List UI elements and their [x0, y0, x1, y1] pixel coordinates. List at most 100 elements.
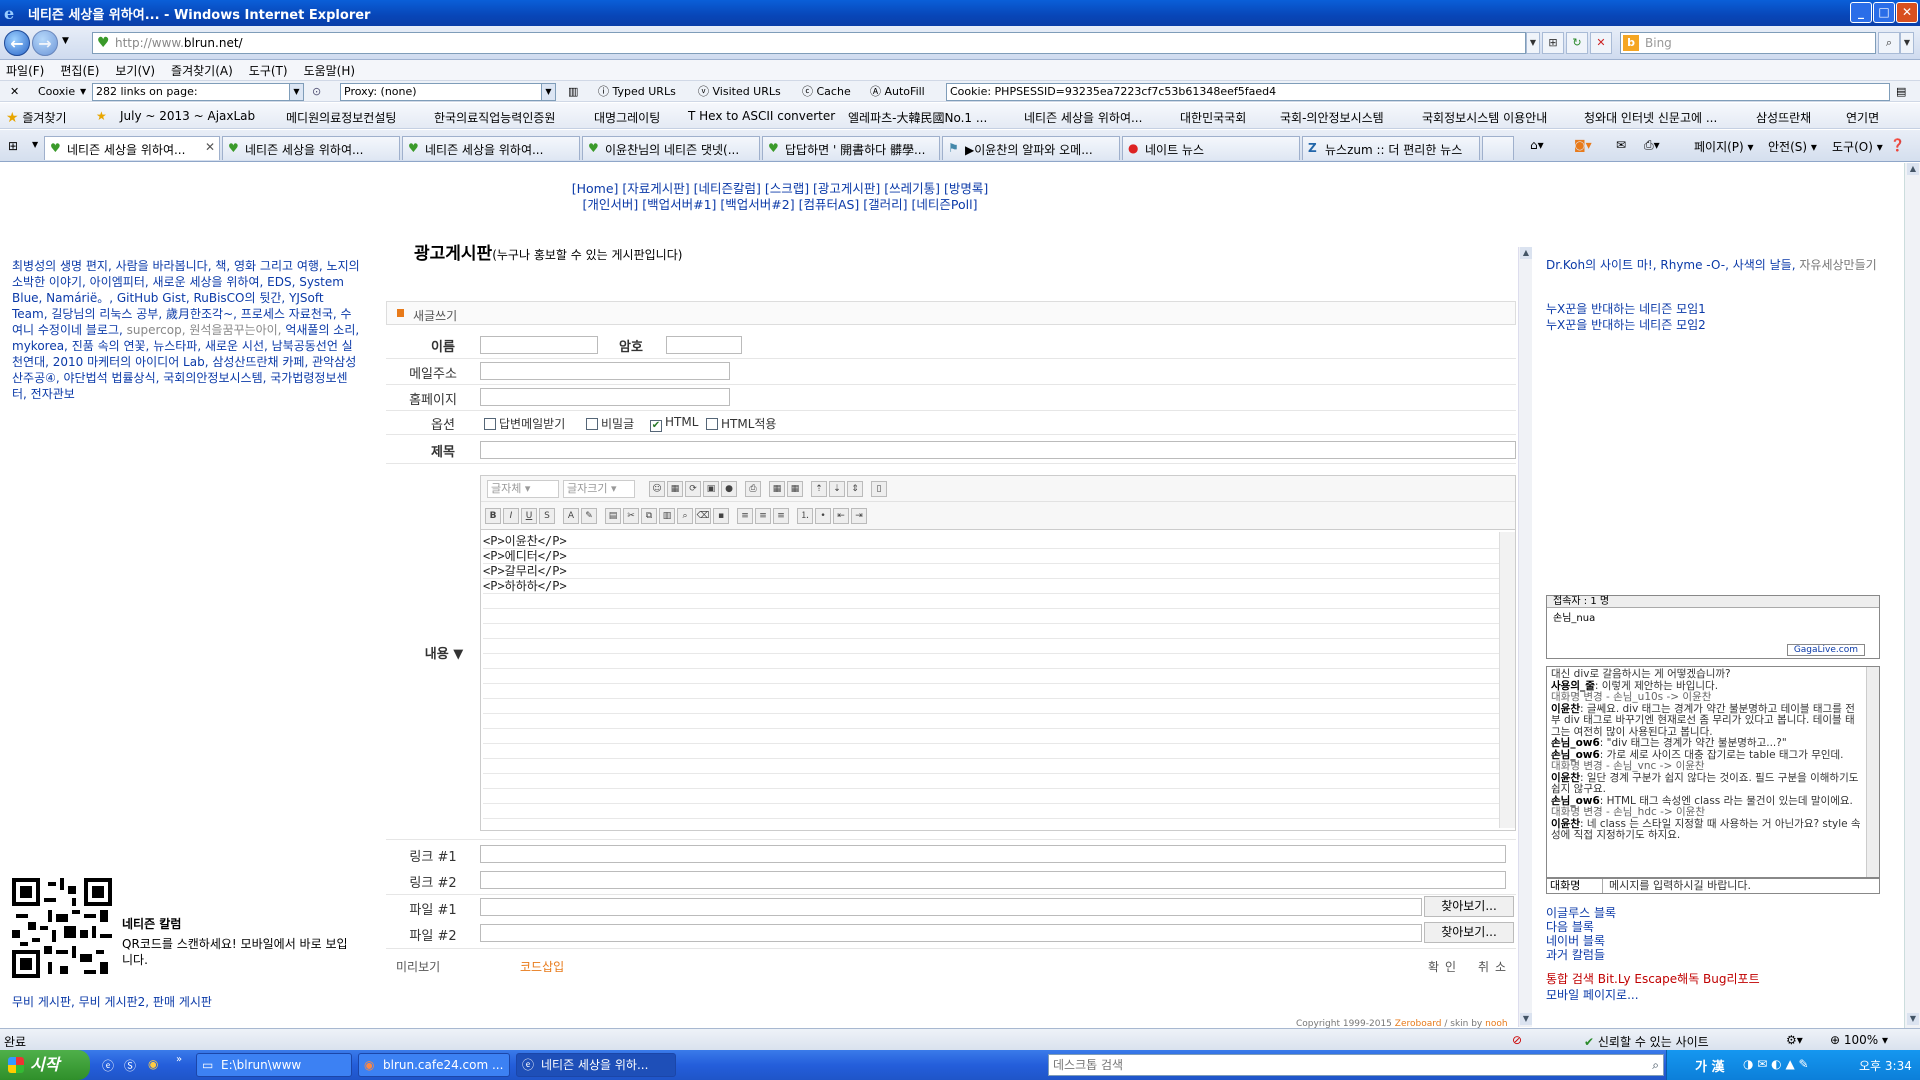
link-item[interactable]: 누X꾼을 반대하는 네티즌 모임2 — [1546, 317, 1706, 333]
chat-input[interactable]: 대화명 메시지를 입력하시길 바랍니다. — [1546, 878, 1880, 894]
file2-browse-button[interactable]: 찾아보기... — [1424, 922, 1514, 943]
layer-up-icon[interactable]: ⇡ — [811, 481, 827, 497]
visited-urls-button[interactable]: ⓥ Visited URLs — [698, 84, 781, 100]
font-select[interactable]: 글자체 ▾ — [487, 480, 559, 498]
strike-icon[interactable]: S — [539, 508, 555, 524]
tab[interactable]: Z 뉴스zum :: 더 편리한 뉴스 — [1302, 136, 1480, 160]
favorite-item[interactable]: 청와대 인터넷 신문고에 ... — [1584, 109, 1717, 126]
safety-menu[interactable]: 안전(S) ▾ — [1768, 138, 1817, 155]
print-icon[interactable]: ⎙▾ — [1644, 138, 1660, 153]
forward-button[interactable]: → — [32, 30, 58, 56]
link-item[interactable]: 이글루스 블록 — [1546, 906, 1616, 920]
mail-icon[interactable]: ✉ — [1616, 138, 1626, 152]
tab[interactable]: ♥ 네티즌 세상을 위하여... ✕ — [44, 136, 220, 160]
outdent-icon[interactable]: ⇤ — [833, 508, 849, 524]
skin-author-link[interactable]: nooh — [1485, 1019, 1507, 1028]
cut-icon[interactable]: ✂ — [623, 508, 639, 524]
desktop-search-input[interactable]: 데스크톱 검색 ⌕ — [1048, 1054, 1664, 1076]
trusted-zone[interactable]: ✔ 신뢰할 수 있는 사이트 — [1584, 1033, 1709, 1050]
chat-log-scrollbar[interactable] — [1866, 667, 1879, 877]
html-apply-checkbox[interactable]: HTML적용 — [706, 415, 776, 432]
task-firefox[interactable]: ◉ blrun.cafe24.com ... — [358, 1053, 510, 1077]
tab[interactable]: ♥ 네티즌 세상을 위하여... — [402, 136, 580, 160]
scroll-down-icon[interactable]: ▼ — [1907, 1013, 1919, 1025]
favorite-item[interactable]: 한국의료직업능력인증원 — [434, 109, 555, 126]
tray-icons[interactable]: ◑ ✉ ◐ ▲ ✎ — [1743, 1057, 1809, 1071]
search-icon[interactable]: ⌕ — [1652, 1055, 1659, 1075]
search-input[interactable]: b Bing — [1620, 32, 1876, 54]
link-item[interactable]: 누X꾼을 반대하는 네티즌 모임1 — [1546, 301, 1706, 317]
table-insert-icon[interactable]: ▦ — [667, 481, 683, 497]
search-icon[interactable]: ⌕ — [1878, 32, 1900, 54]
blog-links-visited[interactable]: supercop, 원석을꿈꾸는아이, — [127, 323, 282, 337]
favorite-item[interactable]: 삼성뜨란채 — [1756, 109, 1811, 126]
new-doc-icon[interactable]: ▤ — [605, 508, 621, 524]
bold-icon[interactable]: B — [485, 508, 501, 524]
preview-button[interactable]: 미리보기 — [396, 958, 440, 975]
compat-view-icon[interactable]: ⊞ — [1542, 32, 1564, 54]
cooxie-options-icon[interactable]: ▤ — [1896, 84, 1906, 100]
autofill-button[interactable]: Ⓐ AutoFill — [870, 84, 925, 100]
reply-mail-checkbox[interactable]: 답변메일받기 — [484, 415, 565, 432]
file1-input[interactable] — [480, 898, 1422, 916]
protected-mode-icon[interactable]: ⚙▾ — [1786, 1033, 1803, 1047]
ordered-list-icon[interactable]: ⒈ — [797, 508, 813, 524]
highlight-icon[interactable]: ✎ — [581, 508, 597, 524]
password-input[interactable] — [666, 336, 742, 354]
tools-menu[interactable]: 도구(O) ▾ — [1832, 138, 1883, 155]
cooxie-dropdown-icon[interactable]: ▼ — [80, 84, 86, 100]
editor-scrollbar[interactable] — [1499, 532, 1515, 828]
favorite-item[interactable]: 연기면 — [1846, 109, 1879, 126]
refresh-icon[interactable]: ↻ — [1566, 32, 1588, 54]
menu-file[interactable]: 파일(F) — [6, 62, 44, 79]
menu-favorites[interactable]: 즐겨찾기(A) — [171, 62, 233, 79]
link-item[interactable]: 다음 블록 — [1546, 920, 1616, 934]
menu-help[interactable]: 도움말(H) — [304, 62, 356, 79]
favorite-item[interactable]: T Hex to ASCII converter — [688, 109, 835, 123]
favorite-item[interactable]: 네티즌 세상을 위하여... — [1024, 109, 1142, 126]
favorite-item[interactable]: 국회정보시스템 이용안내 — [1422, 109, 1547, 126]
font-color-icon[interactable]: A — [563, 508, 579, 524]
italic-icon[interactable]: I — [503, 508, 519, 524]
font-size-select[interactable]: 글자크기 ▾ — [563, 480, 635, 498]
tab-list-icon[interactable]: ▼ — [32, 140, 38, 149]
maximize-button[interactable]: □ — [1873, 2, 1895, 23]
content-textarea[interactable]: <P>이윤찬</P> <P>에디터</P> <P>갈무리</P> <P>하하하<… — [483, 534, 1499, 824]
scroll-up-icon[interactable]: ▲ — [1520, 247, 1532, 259]
align-left-icon[interactable]: ≡ — [737, 508, 753, 524]
document-icon[interactable]: ▯ — [871, 481, 887, 497]
tab-close-icon[interactable]: ✕ — [205, 140, 215, 154]
back-button[interactable]: ← — [4, 30, 30, 56]
favorite-item[interactable]: 메디원의료정보컨설팅 — [286, 109, 396, 126]
topnav-line-1[interactable]: [Home] [자료게시판] [네티즌칼럼] [스크랩] [광고게시판] [쓰레… — [0, 181, 1560, 197]
file2-input[interactable] — [480, 924, 1422, 942]
emoticon-icon[interactable]: ☺ — [649, 481, 665, 497]
layer-icon[interactable]: ⇕ — [847, 481, 863, 497]
link-icon[interactable]: ⟳ — [685, 481, 701, 497]
favorite-item[interactable]: 엘레파츠-大韓民國No.1 ... — [848, 109, 987, 126]
task-ie[interactable]: ⓔ 네티즌 세상을 위하... — [516, 1053, 676, 1077]
favorite-item[interactable]: 대명그레이팅 — [594, 109, 660, 126]
task-explorer[interactable]: ▭ E:\blrun\www — [196, 1053, 352, 1077]
close-button[interactable]: ✕ — [1896, 2, 1918, 23]
address-dropdown-icon[interactable]: ▼ — [1526, 32, 1540, 54]
eraser-icon[interactable]: ⌫ — [695, 508, 711, 524]
help-icon[interactable]: ❓ — [1890, 138, 1905, 152]
align-center-icon[interactable]: ≡ — [755, 508, 771, 524]
book-icon[interactable]: ▥ — [568, 84, 578, 100]
links-combo[interactable]: 282 links on page: ▼ — [92, 83, 304, 101]
grid2-icon[interactable]: ▦ — [787, 481, 803, 497]
paste-icon[interactable]: ▥ — [659, 508, 675, 524]
print-icon[interactable]: ⎙ — [745, 481, 761, 497]
indent-icon[interactable]: ⇥ — [851, 508, 867, 524]
minimize-button[interactable]: _ — [1850, 2, 1872, 23]
popup-blocked-icon[interactable]: ⊘ — [1512, 1033, 1522, 1047]
homepage-input[interactable] — [480, 388, 730, 406]
proxy-combo[interactable]: Proxy: (none) ▼ — [340, 83, 556, 101]
menu-view[interactable]: 보기(V) — [115, 62, 155, 79]
favorites-button[interactable]: ★ 즐겨찾기 — [6, 109, 67, 126]
content-label[interactable]: 내용 ▼ — [404, 643, 484, 662]
topnav-line-2[interactable]: [개인서버] [백업서버#1] [백업서버#2] [컴퓨터AS] [갤러리] [… — [0, 197, 1560, 213]
zeroboard-link[interactable]: Zeroboard — [1395, 1019, 1442, 1028]
skype-quicklaunch-icon[interactable]: Ⓢ — [124, 1057, 136, 1074]
